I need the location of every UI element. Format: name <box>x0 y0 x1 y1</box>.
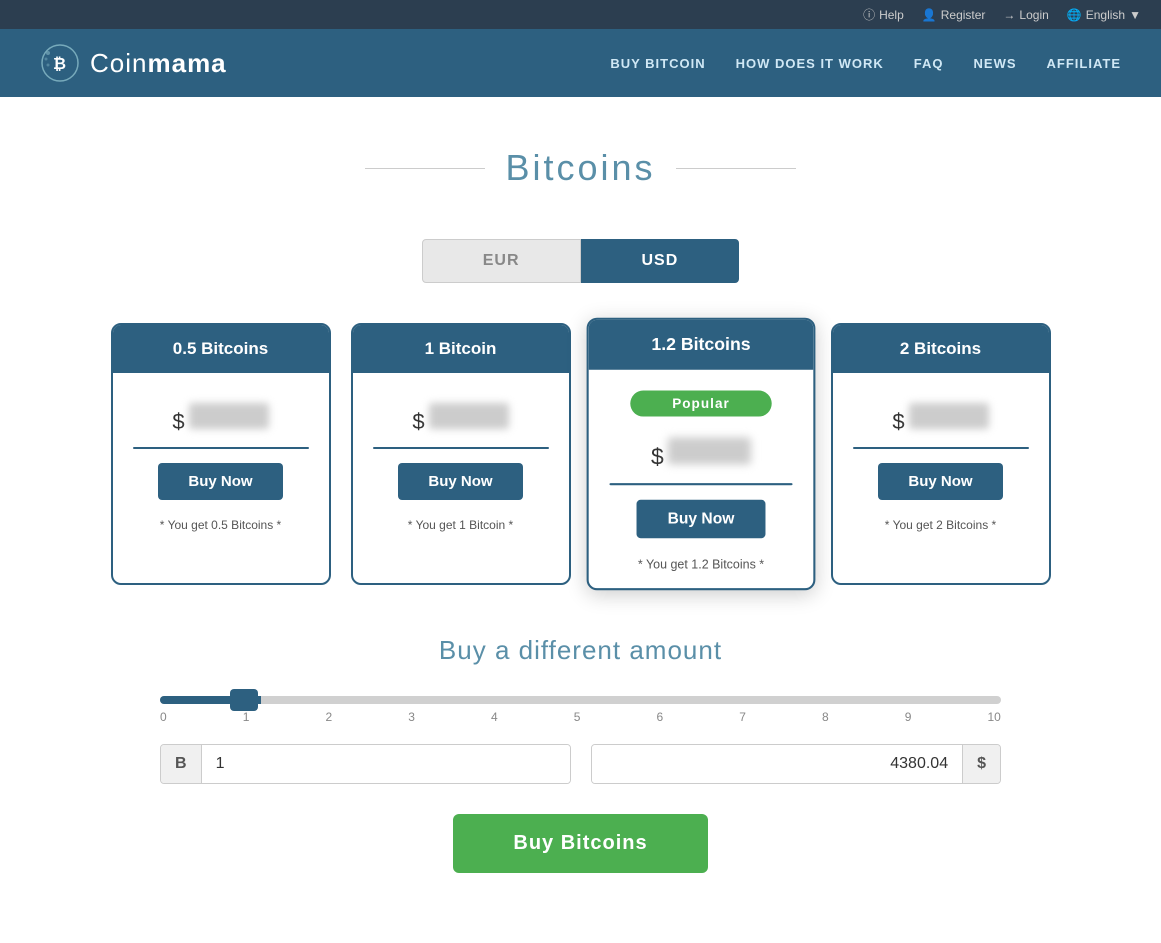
language-selector[interactable]: 🌐 English ▼ <box>1067 8 1141 22</box>
card-1-bitcoin: 1 Bitcoin $ Buy Now * You get 1 Bitcoin … <box>351 323 571 585</box>
logo-icon: ₿ <box>40 43 80 83</box>
card-2-bitcoins: 2 Bitcoins $ Buy Now * You get 2 Bitcoin… <box>831 323 1051 585</box>
slider-thumb[interactable] <box>230 689 258 711</box>
card-05-bitcoins: 0.5 Bitcoins $ Buy Now * You get 0.5 Bit… <box>111 323 331 585</box>
you-get-12: * You get 1.2 Bitcoins * <box>637 557 763 572</box>
login-icon: → <box>1003 8 1015 22</box>
eur-button[interactable]: EUR <box>422 239 581 283</box>
price-blurred <box>909 403 989 429</box>
price-blurred <box>429 403 509 429</box>
login-link[interactable]: → Login <box>1003 8 1048 22</box>
page-title: Bitcoins <box>505 147 655 189</box>
price-blurred <box>667 437 750 464</box>
popular-badge: Popular <box>630 391 771 417</box>
logo[interactable]: ₿ Coinmama <box>40 43 227 83</box>
usd-button[interactable]: USD <box>581 239 740 283</box>
price-divider <box>609 483 792 485</box>
you-get-1: * You get 1 Bitcoin * <box>408 518 513 532</box>
nav-news[interactable]: NEWS <box>974 56 1017 71</box>
card-1-header: 1 Bitcoin <box>353 325 569 373</box>
title-line-left <box>365 168 485 169</box>
dollar-sign: $ <box>650 444 663 471</box>
nav-buy-bitcoin[interactable]: BUY BITCOIN <box>610 56 705 71</box>
slider-container: 0 1 2 3 4 5 6 7 8 9 10 <box>160 696 1001 724</box>
cards-section: 0.5 Bitcoins $ Buy Now * You get 0.5 Bit… <box>0 323 1161 585</box>
card-2-price: $ <box>892 403 988 435</box>
svg-text:₿: ₿ <box>53 55 67 73</box>
main-nav: BUY BITCOIN HOW DOES IT WORK FAQ NEWS AF… <box>610 56 1121 71</box>
card-12-header: 1.2 Bitcoins <box>588 320 813 370</box>
main-content: Bitcoins EUR USD 0.5 Bitcoins $ Buy Now … <box>0 97 1161 943</box>
you-get-05: * You get 0.5 Bitcoins * <box>160 518 281 532</box>
you-get-2: * You get 2 Bitcoins * <box>885 518 996 532</box>
slider-track <box>160 696 1001 704</box>
slider-labels: 0 1 2 3 4 5 6 7 8 9 10 <box>160 710 1001 724</box>
logo-text: Coinmama <box>90 48 227 79</box>
register-link[interactable]: 👤 Register <box>922 8 986 22</box>
card-2-header: 2 Bitcoins <box>833 325 1049 373</box>
custom-section-title: Buy a different amount <box>160 635 1001 666</box>
btc-prefix: B <box>161 745 202 783</box>
buy-now-2-button[interactable]: Buy Now <box>878 463 1002 500</box>
card-05-price: $ <box>172 403 268 435</box>
usd-suffix: $ <box>962 745 1000 783</box>
custom-amount-section: Buy a different amount 0 1 2 3 4 5 6 7 8… <box>0 635 1161 873</box>
title-line-right <box>676 168 796 169</box>
help-link[interactable]: ⓘ Help <box>863 6 904 23</box>
card-05-header: 0.5 Bitcoins <box>113 325 329 373</box>
usd-input[interactable] <box>592 745 963 783</box>
card-12-bitcoins: 1.2 Bitcoins Popular $ Buy Now * You get… <box>586 318 815 590</box>
dollar-sign: $ <box>412 409 424 435</box>
usd-input-group: $ <box>591 744 1002 784</box>
card-12-body: Popular $ Buy Now * You get 1.2 Bitcoins… <box>588 370 813 588</box>
card-2-body: $ Buy Now * You get 2 Bitcoins * <box>833 373 1049 583</box>
page-title-section: Bitcoins <box>0 97 1161 219</box>
help-icon: ⓘ <box>863 6 875 23</box>
nav-affiliate[interactable]: AFFILIATE <box>1047 56 1121 71</box>
dollar-sign: $ <box>172 409 184 435</box>
price-blurred <box>189 403 269 429</box>
price-divider <box>133 447 309 449</box>
card-12-price: $ <box>650 437 750 470</box>
nav-how-it-works[interactable]: HOW DOES IT WORK <box>736 56 884 71</box>
top-bar: ⓘ Help 👤 Register → Login 🌐 English ▼ <box>0 0 1161 29</box>
header: ₿ Coinmama BUY BITCOIN HOW DOES IT WORK … <box>0 29 1161 97</box>
currency-toggle: EUR USD <box>0 239 1161 283</box>
register-icon: 👤 <box>922 8 937 22</box>
amount-inputs: B $ <box>160 744 1001 784</box>
buy-bitcoins-button[interactable]: Buy Bitcoins <box>453 814 707 873</box>
btc-input[interactable] <box>202 745 570 783</box>
chevron-down-icon: ▼ <box>1129 8 1141 22</box>
globe-icon: 🌐 <box>1067 8 1082 22</box>
price-divider <box>853 447 1029 449</box>
card-05-body: $ Buy Now * You get 0.5 Bitcoins * <box>113 373 329 583</box>
buy-now-12-button[interactable]: Buy Now <box>636 500 765 538</box>
btc-input-group: B <box>160 744 571 784</box>
card-1-body: $ Buy Now * You get 1 Bitcoin * <box>353 373 569 583</box>
price-divider <box>373 447 549 449</box>
dollar-sign: $ <box>892 409 904 435</box>
buy-now-05-button[interactable]: Buy Now <box>158 463 282 500</box>
nav-faq[interactable]: FAQ <box>914 56 944 71</box>
card-1-price: $ <box>412 403 508 435</box>
buy-now-1-button[interactable]: Buy Now <box>398 463 522 500</box>
